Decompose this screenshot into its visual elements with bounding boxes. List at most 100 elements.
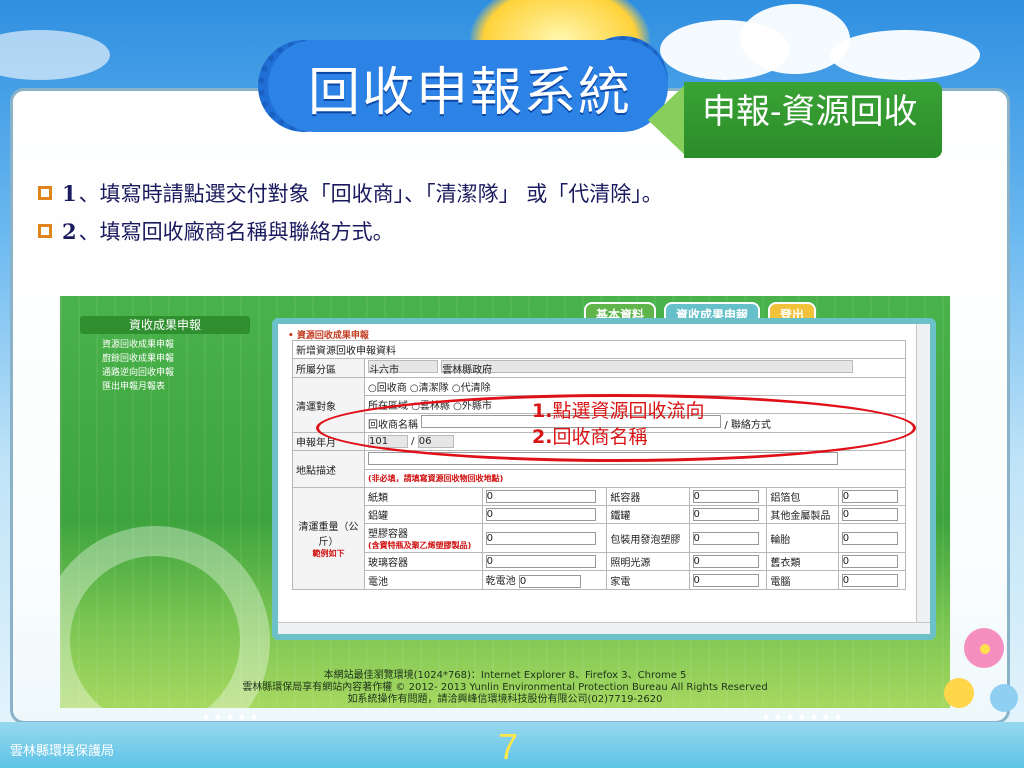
item-value-input[interactable]: 0 — [692, 508, 759, 521]
square-bullet-icon — [38, 224, 52, 238]
arrow-left-icon — [648, 82, 688, 158]
bullet-item: 1 、填寫時請點選交付對象「回收商」、「清潔隊」 或「代清除」。 — [38, 174, 663, 212]
callout-label: 點選資源回收流向 — [552, 400, 705, 422]
form-section-title: • 資源回收成果申報 — [288, 331, 369, 341]
item-name: 塑膠容器 — [368, 529, 408, 540]
bullet-text: 、填寫時請點選交付對象「回收商」、「清潔隊」 或「代清除」。 — [78, 182, 663, 206]
sidebar-header: 資收成果申報 — [80, 316, 250, 334]
item-value-cell: 0 — [837, 487, 907, 506]
callout-text: 1.點選資源回收流向 2.回收商名稱 — [532, 398, 704, 450]
callout-number: 1. — [532, 400, 553, 422]
item-value-cell: 0 — [688, 523, 768, 553]
callout-number: 2. — [532, 426, 553, 448]
radio-icon[interactable]: ○ — [452, 383, 461, 394]
item-value-input[interactable]: 0 — [485, 531, 596, 545]
target-option: 清潔隊 — [418, 383, 449, 394]
item-value-input[interactable]: 0 — [841, 573, 898, 587]
item-value-input[interactable]: 0 — [841, 508, 898, 521]
footer-line: 雲林縣環保局享有網站內容著作權 © 2012- 2013 Yunlin Envi… — [242, 682, 768, 693]
region-label: 所屬分區 — [292, 358, 365, 378]
section-tag-label: 申報-資源回收 — [702, 92, 918, 132]
form-subtitle: 新增資源回收申報資料 — [292, 340, 906, 359]
sidebar-item[interactable]: 廚餘回收成果申報 — [102, 351, 250, 364]
item-value-cell: 0 — [481, 505, 608, 524]
item-value-input[interactable]: 0 — [692, 531, 759, 545]
bullet-text: 、填寫回收廠商名稱與聯絡方式。 — [78, 220, 394, 244]
item-value-input[interactable]: 0 — [485, 508, 596, 521]
item-name: 鐵罐 — [606, 505, 690, 524]
sidebar-item[interactable]: 資源回收成果申報 — [102, 337, 250, 350]
item-name: 玻璃容器 — [364, 552, 483, 571]
sidebar-item[interactable]: 通路逆向回收申報 — [102, 365, 250, 378]
item-value-cell: 0 — [837, 570, 907, 590]
item-name: 電腦 — [766, 570, 839, 590]
item-value-input[interactable]: 0 — [692, 490, 759, 503]
item-value-cell: 0 — [837, 505, 907, 524]
item-value-input[interactable]: 0 — [841, 490, 898, 503]
cloud-decoration — [0, 30, 110, 80]
item-value-cell: 0 — [688, 505, 768, 524]
region-office-select[interactable]: 雲林縣政府 — [441, 360, 854, 376]
plastic-note: (含寶特瓶及聚乙烯塑膠製品) — [368, 541, 472, 550]
item-value-cell: 0 — [481, 487, 608, 506]
weight-label-cell: 清運重量（公斤） 範例如下 — [292, 487, 365, 590]
item-value-input[interactable]: 0 — [841, 555, 898, 568]
battery-sub-label: 乾電池 — [485, 576, 516, 587]
region-city-select[interactable]: 斗六市 — [368, 360, 438, 376]
item-value-cell: 0 — [837, 523, 907, 553]
item-name: 紙類 — [364, 487, 483, 506]
callout-label: 回收商名稱 — [552, 426, 648, 448]
item-name: 照明光源 — [606, 552, 690, 571]
item-value-cell: 0 — [688, 552, 768, 571]
item-value-input[interactable]: 0 — [692, 573, 759, 587]
item-name: 鋁罐 — [364, 505, 483, 524]
page-number: 7 — [498, 726, 519, 767]
item-name-cell: 塑膠容器 (含寶特瓶及聚乙烯塑膠製品) — [364, 523, 483, 553]
radio-icon[interactable]: ○ — [410, 383, 419, 394]
item-name: 包裝用發泡塑膠 — [606, 523, 690, 553]
report-form-panel: • 資源回收成果申報 新增資源回收申報資料 所屬分區 斗六市 雲林縣政府 清運對… — [272, 318, 936, 640]
item-name: 其他金屬製品 — [766, 505, 839, 524]
item-value-cell: 0 — [837, 552, 907, 571]
sidebar-menu: 資收成果申報 資源回收成果申報 廚餘回收成果申報 通路逆向回收申報 匯出申報月報… — [80, 316, 250, 392]
report-form-table: 新增資源回收申報資料 所屬分區 斗六市 雲林縣政府 清運對象 ○回收商 ○清潔隊… — [292, 340, 907, 590]
item-value-cell: 0 — [688, 487, 768, 506]
horizontal-scrollbar[interactable] — [278, 622, 930, 634]
region-cell: 斗六市 雲林縣政府 — [364, 358, 906, 378]
target-option: 代清除 — [460, 383, 491, 394]
item-value-input[interactable]: 0 — [485, 490, 596, 503]
item-name: 輪胎 — [766, 523, 839, 553]
item-value-input[interactable]: 0 — [485, 555, 596, 568]
dots-decoration — [200, 712, 260, 722]
dots-decoration — [760, 712, 840, 722]
bullet-number: 2 — [62, 218, 77, 244]
target-option: 回收商 — [376, 383, 407, 394]
item-value-input[interactable]: 0 — [692, 555, 759, 568]
radio-icon[interactable]: ○ — [368, 383, 377, 394]
location-note: (非必填，請填寫資源回收物回收地點) — [364, 469, 906, 488]
footer-line: 本網站最佳瀏覽環境(1024*768)：Internet Explorer 8、… — [323, 670, 687, 681]
organization-name: 雲林縣環境保護局 — [10, 744, 115, 759]
location-label: 地點描述 — [292, 450, 365, 488]
bullet-list: 1 、填寫時請點選交付對象「回收商」、「清潔隊」 或「代清除」。 2 、填寫回收… — [38, 174, 663, 250]
system-screenshot: 基本資料 資收成果申報 登出 資收成果申報 資源回收成果申報 廚餘回收成果申報 … — [60, 296, 950, 708]
section-tag: 申報-資源回收 — [648, 62, 944, 158]
footer-line: 如系統操作有問題，請洽興峰信環境科技股份有限公司(02)7719-2620 — [347, 694, 663, 705]
item-name: 舊衣類 — [766, 552, 839, 571]
square-bullet-icon — [38, 186, 52, 200]
bullet-item: 2 、填寫回收廠商名稱與聯絡方式。 — [38, 212, 663, 250]
item-name: 鋁箔包 — [766, 487, 839, 506]
vertical-scrollbar[interactable] — [916, 324, 930, 634]
item-value-cell: 0 — [688, 570, 768, 590]
item-value-cell: 0 — [481, 552, 608, 571]
item-value-cell: 0 — [481, 523, 608, 553]
item-value-input[interactable]: 0 — [518, 575, 581, 588]
title-banner: 回收申報系統 — [258, 34, 678, 134]
sidebar-item[interactable]: 匯出申報月報表 — [102, 379, 250, 392]
weight-label: 清運重量（公斤） — [298, 522, 359, 548]
bullet-number: 1 — [62, 180, 77, 206]
item-name: 紙容器 — [606, 487, 690, 506]
item-value-input[interactable]: 0 — [841, 531, 898, 545]
flower-decoration — [944, 608, 1024, 728]
weight-note: 範例如下 — [312, 549, 345, 558]
